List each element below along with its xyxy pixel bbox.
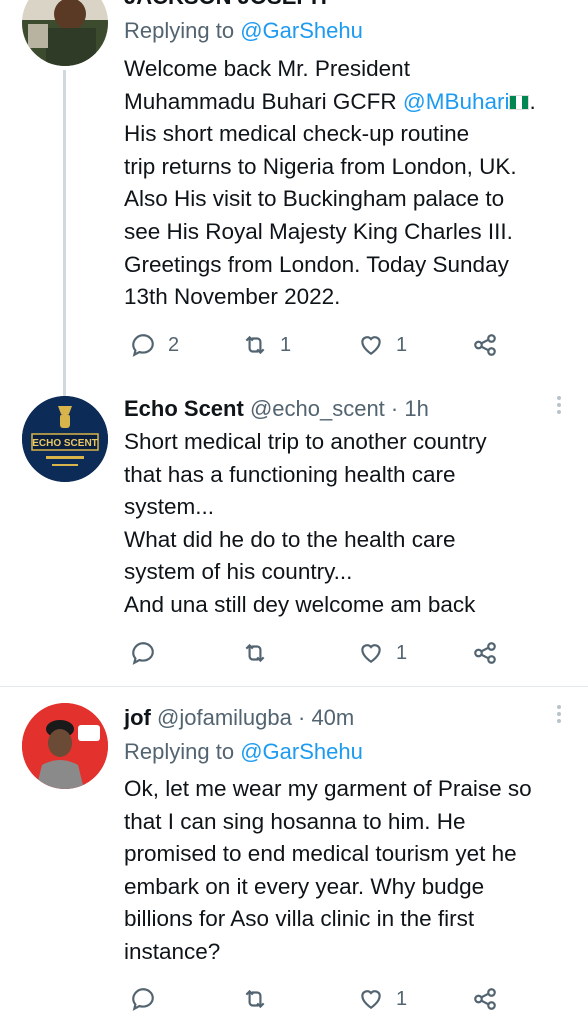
retweet-button[interactable] bbox=[242, 638, 280, 668]
nigeria-flag-icon bbox=[509, 94, 530, 110]
tweet-header: jof @jofamilugba · 40m bbox=[124, 705, 355, 730]
tweet-header: JACKSON JOSEPH bbox=[124, 0, 327, 12]
reply-icon bbox=[132, 988, 154, 1011]
author-name[interactable]: jof bbox=[124, 705, 151, 730]
retweet-icon bbox=[245, 643, 265, 663]
like-count: 1 bbox=[396, 987, 408, 1010]
retweet-button[interactable]: 1 bbox=[242, 330, 291, 360]
retweet-icon bbox=[245, 989, 265, 1009]
like-icon bbox=[361, 644, 381, 663]
replying-to: Replying to @GarShehu bbox=[124, 739, 363, 764]
share-button[interactable] bbox=[472, 984, 498, 1014]
reply-count: 2 bbox=[168, 333, 180, 356]
avatar-image: ECHO SCENT bbox=[22, 396, 108, 482]
replying-to: Replying to @GarShehu bbox=[124, 18, 363, 43]
more-icon[interactable] bbox=[556, 396, 562, 417]
reply-icon bbox=[132, 334, 154, 357]
avatar[interactable] bbox=[22, 0, 108, 66]
author-handle[interactable]: @echo_scent bbox=[250, 396, 385, 421]
retweet-icon bbox=[245, 335, 265, 355]
tweet-3[interactable]: jof @jofamilugba · 40m Replying to @GarS… bbox=[0, 687, 588, 1024]
share-icon bbox=[474, 642, 496, 664]
author-name[interactable]: JACKSON JOSEPH bbox=[124, 0, 327, 9]
like-icon bbox=[361, 990, 381, 1009]
avatar-logo-text: ECHO SCENT bbox=[32, 438, 98, 449]
replying-to-link[interactable]: @GarShehu bbox=[240, 739, 363, 764]
reply-button[interactable] bbox=[130, 984, 168, 1014]
tweet-text: Welcome back Mr. President Muhammadu Buh… bbox=[124, 56, 536, 310]
like-count: 1 bbox=[396, 641, 408, 664]
tweet-2[interactable]: ECHO SCENT Echo Scent @echo_scent · 1h S… bbox=[0, 390, 588, 686]
reply-button[interactable] bbox=[130, 638, 168, 668]
replying-to-link[interactable]: @GarShehu bbox=[240, 18, 363, 43]
avatar[interactable]: ECHO SCENT bbox=[22, 396, 108, 482]
share-icon bbox=[474, 988, 496, 1010]
reply-button[interactable]: 2 bbox=[130, 330, 179, 360]
reply-icon bbox=[132, 642, 154, 665]
share-button[interactable] bbox=[472, 330, 498, 360]
mention-link[interactable]: @MBuhari bbox=[403, 89, 510, 114]
like-button[interactable]: 1 bbox=[358, 330, 407, 360]
tweet-text: Short medical trip to another country th… bbox=[124, 429, 487, 617]
timestamp[interactable]: 40m bbox=[311, 705, 354, 730]
tweet-header: Echo Scent @echo_scent · 1h bbox=[124, 396, 429, 421]
like-button[interactable]: 1 bbox=[358, 638, 407, 668]
share-icon bbox=[474, 334, 496, 356]
share-button[interactable] bbox=[472, 638, 498, 668]
retweet-count: 1 bbox=[280, 333, 292, 356]
author-name[interactable]: Echo Scent bbox=[124, 396, 244, 421]
more-icon[interactable] bbox=[556, 705, 562, 726]
like-icon bbox=[361, 336, 381, 355]
avatar-image bbox=[22, 703, 108, 789]
thread-line bbox=[63, 70, 66, 400]
timestamp[interactable]: 1h bbox=[404, 396, 428, 421]
retweet-button[interactable] bbox=[242, 984, 280, 1014]
tweet-text: Ok, let me wear my garment of Praise so … bbox=[124, 776, 532, 964]
like-count: 1 bbox=[396, 333, 408, 356]
avatar-image bbox=[22, 0, 108, 66]
like-button[interactable]: 1 bbox=[358, 984, 407, 1014]
tweet-1[interactable]: JACKSON JOSEPH Replying to @GarShehu Wel… bbox=[0, 0, 588, 400]
avatar[interactable] bbox=[22, 703, 108, 789]
author-handle[interactable]: @jofamilugba bbox=[157, 705, 292, 730]
